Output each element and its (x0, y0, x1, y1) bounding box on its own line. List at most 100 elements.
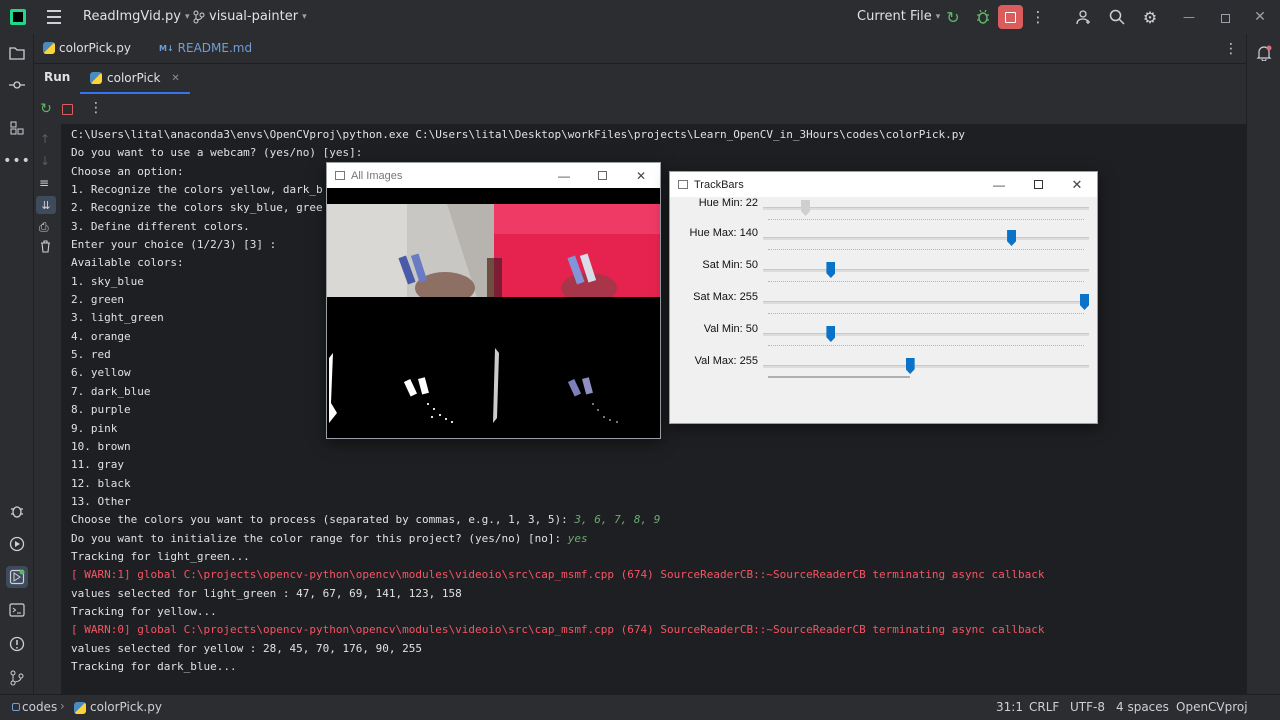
window-app-icon (335, 171, 345, 180)
console-line-text: values selected for light_green : 47, 67… (71, 586, 462, 600)
vcs-branch-widget[interactable]: visual-painter ▾ (193, 9, 307, 24)
trackbar-thumb[interactable] (1080, 294, 1089, 310)
close-icon[interactable]: ✕ (1059, 172, 1095, 197)
breadcrumb-file[interactable]: colorPick.py (90, 700, 162, 714)
trackbar-track[interactable] (763, 333, 1089, 336)
scroll-to-end-icon[interactable]: ⇊ (36, 196, 56, 214)
terminal-icon[interactable] (7, 600, 27, 620)
title-bar: ReadImgVid.py ▾ visual-painter ▾ Current… (0, 0, 1280, 34)
all-images-window[interactable]: All Images — ✕ (326, 162, 661, 439)
project-widget[interactable]: ReadImgVid.py ▾ (83, 9, 190, 24)
close-icon[interactable]: ✕ (623, 163, 659, 188)
window-title-bar[interactable]: TrackBars — ✕ (670, 172, 1097, 197)
git-icon[interactable] (7, 668, 27, 688)
tab-colorpick[interactable]: colorPick.py (43, 41, 131, 55)
notifications-icon[interactable] (1254, 43, 1274, 63)
console-user-input: yes (567, 531, 588, 545)
stop-icon[interactable] (60, 102, 74, 116)
console-line: 12. black (71, 475, 1246, 493)
main-menu-icon[interactable] (46, 10, 62, 24)
minimize-icon[interactable]: — (981, 172, 1017, 197)
problems-icon[interactable] (7, 634, 27, 654)
more-tools-icon[interactable]: ••• (3, 151, 30, 171)
line-separator[interactable]: CRLF (1029, 700, 1059, 714)
console-line: 10. brown (71, 438, 1246, 456)
window-title-bar[interactable]: All Images — ✕ (327, 163, 660, 188)
module-icon (12, 703, 20, 711)
app-logo[interactable] (10, 9, 26, 25)
arrow-down-icon[interactable]: ↓ (40, 154, 50, 168)
arrow-up-icon[interactable]: ↑ (40, 132, 50, 146)
user-icon[interactable] (1075, 8, 1093, 26)
trackbar-track[interactable] (763, 269, 1089, 272)
soft-wrap-icon[interactable]: ≡ (39, 176, 49, 190)
services-icon[interactable] (7, 534, 27, 554)
debug-tool-icon[interactable] (7, 501, 27, 521)
python-interpreter[interactable]: OpenCVproj (1176, 700, 1248, 714)
trash-icon[interactable] (40, 240, 51, 253)
trackbar-track[interactable] (763, 237, 1089, 240)
trackbar-track[interactable] (763, 207, 1089, 210)
maximize-icon[interactable] (1020, 172, 1056, 197)
minimize-icon[interactable]: — (546, 163, 582, 188)
console-line-text: Available colors: (71, 256, 184, 270)
print-icon[interactable]: ⎙ (39, 220, 49, 235)
rerun-icon[interactable]: ↻ (944, 8, 962, 27)
more-tabs-icon[interactable]: ⋮ (1224, 41, 1238, 57)
stop-button[interactable] (998, 5, 1023, 29)
trackbar-label: Val Max: 255 (694, 355, 758, 367)
trackbar-row: Sat Min: 50 (670, 259, 1098, 291)
more-actions-icon[interactable]: ⋮ (89, 100, 103, 116)
webcam-frame-image (327, 204, 494, 304)
console-user-input: 3, 6, 7, 8, 9 (574, 513, 661, 527)
breadcrumb-root[interactable]: codes (22, 700, 57, 714)
restore-icon[interactable] (1216, 8, 1234, 26)
console-line: Choose the colors you want to process (s… (71, 511, 1246, 529)
close-icon[interactable]: ✕ (1251, 8, 1269, 26)
trackbar-thumb[interactable] (826, 326, 836, 342)
close-icon[interactable]: ✕ (171, 73, 179, 84)
trackbar-track[interactable] (763, 365, 1089, 368)
console-line-text: 3. light_green (71, 311, 164, 325)
trackbar-thumb[interactable] (1007, 230, 1017, 246)
window-title: All Images (351, 169, 403, 182)
console-line-text: values selected for yellow : 28, 45, 70,… (71, 641, 422, 655)
trackbars-panel: Hue Min: 22 Hue Max: 140 Sat Min: 50 Sat Ma… (670, 197, 1097, 423)
run-config-select[interactable]: Current File ▾ (857, 9, 940, 24)
gear-icon[interactable]: ⚙ (1141, 8, 1159, 27)
tab-label: README.md (177, 41, 253, 55)
run-tab-colorpick[interactable]: colorPick ✕ (80, 64, 190, 94)
console-line-text: [ WARN:0] global C:\projects\opencv-pyth… (71, 623, 1045, 637)
minimize-icon[interactable]: — (1180, 8, 1198, 26)
rerun-icon[interactable]: ↻ (38, 101, 54, 117)
search-icon[interactable] (1108, 8, 1126, 26)
file-encoding[interactable]: UTF-8 (1070, 700, 1105, 714)
trackbar-thumb[interactable] (801, 200, 811, 216)
more-actions-icon[interactable]: ⋮ (1031, 8, 1046, 26)
console-line-text: 3. Define different colors. (71, 219, 250, 233)
trackbar-thumb[interactable] (905, 358, 915, 374)
folder-icon[interactable] (7, 43, 27, 63)
indent-setting[interactable]: 4 spaces (1116, 700, 1169, 714)
trackbars-window[interactable]: TrackBars — ✕ Hue Min: 22 Hue Max: 140 Sat… (669, 171, 1098, 424)
trackbar-label: Hue Min: 22 (698, 197, 758, 209)
console-line: Do you want to initialize the color rang… (71, 530, 1246, 548)
commit-icon[interactable] (7, 75, 27, 95)
console-line-text: 13. Other (71, 494, 131, 508)
run-tool-icon[interactable] (6, 566, 28, 588)
project-name: ReadImgVid.py (83, 9, 181, 24)
console-line-text: Enter your choice (1/2/3) [3] : (71, 238, 277, 252)
debug-icon[interactable] (974, 8, 992, 26)
trackbar-label: Sat Max: 255 (693, 291, 758, 303)
console-line: values selected for yellow : 28, 45, 70,… (71, 640, 1246, 658)
trackbar-thumb[interactable] (826, 262, 836, 278)
status-bar: codes › colorPick.py 31:1 CRLF UTF-8 4 s… (0, 694, 1280, 720)
structure-icon[interactable] (7, 118, 27, 138)
maximize-icon[interactable] (584, 163, 620, 188)
trackbar-track[interactable] (763, 301, 1089, 304)
run-tab-label: colorPick (107, 71, 161, 85)
console-line-text: 2. green (71, 293, 124, 307)
console-line-text: Choose an option: (71, 164, 184, 178)
caret-position[interactable]: 31:1 (996, 700, 1023, 714)
tab-readme[interactable]: M↓ README.md (159, 41, 252, 55)
